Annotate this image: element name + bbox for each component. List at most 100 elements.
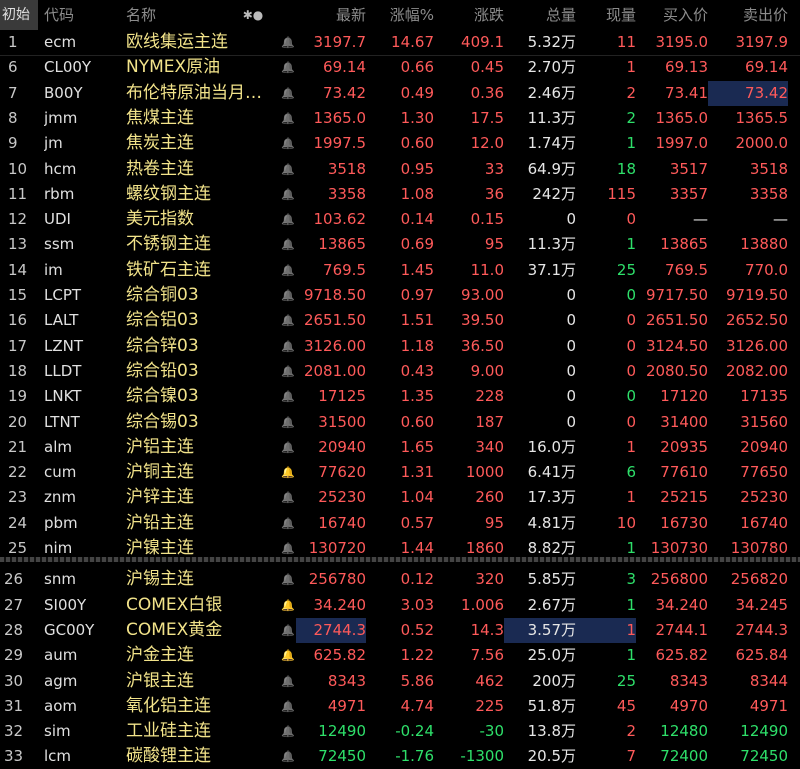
header-volume[interactable]: 总量 [504,0,576,30]
cell-code: GC00Y [44,620,95,639]
table-row[interactable]: 27 SI00Y COMEX白银 🔔 34.240 3.03 1.006 2.67万 1 34.2… [0,593,800,618]
cell-bid: 17120 [660,387,708,406]
cell-ask: 4971 [749,696,788,715]
table-row[interactable]: 15 LCPT 综合铜03 🔔 9718.50 0.97 93.00 0 0 9717.50 971… [0,283,800,308]
bell-icon[interactable]: 🔔 [280,669,296,694]
bell-icon[interactable]: 🔔 [280,643,296,668]
bell-icon[interactable]: 🔔 [280,131,296,156]
bell-icon[interactable]: 🔔 [280,81,296,106]
bell-icon[interactable]: 🔔 [280,207,296,232]
table-row[interactable]: 19 LNKT 综合镍03 🔔 17125 1.35 228 0 0 17120 17135 [0,384,800,409]
cell-change: 462 [475,671,504,690]
cell-last: 769.5 [323,260,366,279]
table-row[interactable]: 29 aum 沪金主连 🔔 625.82 1.22 7.56 25.0万 1 625.82 625.… [0,643,800,668]
bell-icon[interactable]: 🔔 [280,511,296,536]
cell-current-volume: 1 [626,58,636,77]
cell-bid: 72400 [660,747,708,766]
header-bid[interactable]: 买入价 [636,0,708,30]
table-row[interactable]: 11 rbm 螺纹钢主连 🔔 3358 1.08 36 242万 115 3357 3358 [0,182,800,207]
bell-icon[interactable]: 🔔 [280,460,296,485]
table-row[interactable]: 6 CL00Y NYMEX原油 🔔 69.14 0.66 0.45 2.70万 1 69.13 69… [0,55,800,80]
cell-volume: 0 [566,412,576,431]
bell-icon[interactable]: 🔔 [280,55,296,80]
split-divider[interactable] [0,557,800,562]
header-flags[interactable]: ✱● [238,0,268,30]
bell-icon[interactable]: 🔔 [280,485,296,510]
cell-bid: 3517 [669,159,708,178]
header-change[interactable]: 涨跌 [434,0,504,30]
cell-code: aom [44,696,77,715]
cell-change: 1.006 [461,595,504,614]
bell-icon[interactable]: 🔔 [280,593,296,618]
bell-icon[interactable]: 🔔 [280,30,296,55]
cell-current-volume: 11 [616,33,636,51]
cell-change: 228 [475,387,504,406]
table-row[interactable]: 24 pbm 沪铅主连 🔔 16740 0.57 95 4.81万 10 16730 16740 [0,511,800,536]
bell-icon[interactable]: 🔔 [280,694,296,719]
cell-last: 3518 [327,159,366,178]
header-code[interactable]: 代码 [44,0,124,30]
cell-bid: 2744.1 [655,620,709,639]
header-last[interactable]: 最新 [296,0,366,30]
cell-index: 12 [8,210,28,229]
table-row[interactable]: 10 hcm 热卷主连 🔔 3518 0.95 33 64.9万 18 3517 3518 [0,157,800,182]
bell-icon[interactable]: 🔔 [280,182,296,207]
table-row[interactable]: 32 sim 工业硅主连 🔔 12490 -0.24 -30 13.8万 2 12480 12490 [0,719,800,744]
cell-pct-change: 5.86 [400,671,434,690]
cell-change: 33 [484,159,504,178]
bell-icon[interactable]: 🔔 [280,618,296,643]
bell-icon[interactable]: 🔔 [280,232,296,257]
cell-last: 72450 [318,747,366,766]
table-row[interactable]: 7 B00Y 布伦特原油当月… 🔔 73.42 0.49 0.36 2.46万 2 73.41 73… [0,80,800,106]
header-ask[interactable]: 卖出价 [708,0,788,30]
header-index[interactable]: 初始 [0,0,38,30]
bell-icon[interactable]: 🔔 [280,435,296,460]
table-row[interactable]: 18 LLDT 综合铅03 🔔 2081.00 0.43 9.00 0 0 2080.50 2082… [0,359,800,384]
table-row[interactable]: 22 cum 沪铜主连 🔔 77620 1.31 1000 6.41万 6 77610 77650 [0,460,800,485]
cell-code: ssm [44,235,75,254]
table-row[interactable]: 30 agm 沪银主连 🔔 8343 5.86 462 200万 25 8343 8344 [0,669,800,694]
bell-icon[interactable]: 🔔 [280,157,296,182]
bell-icon[interactable]: 🔔 [280,384,296,409]
table-row[interactable]: 33 lcm 碳酸锂主连 🔔 72450 -1.76 -1300 20.5万 7 72400 724… [0,744,800,769]
table-row[interactable]: 23 znm 沪锌主连 🔔 25230 1.04 260 17.3万 1 25215 25230 [0,485,800,510]
cell-bid: 31400 [660,412,708,431]
cell-change: 93.00 [461,286,504,304]
table-row[interactable]: 31 aom 氧化铝主连 🔔 4971 4.74 225 51.8万 45 4970 4971 [0,694,800,719]
bell-icon[interactable]: 🔔 [280,283,296,308]
table-row[interactable]: 13 ssm 不锈钢主连 🔔 13865 0.69 95 11.3万 1 13865 13880 [0,232,800,257]
table-row[interactable]: 28 GC00Y COMEX黄金 🔔 2744.3 0.52 14.3 3.57万 1 2744.… [0,617,800,643]
table-row[interactable]: 20 LTNT 综合锡03 🔔 31500 0.60 187 0 0 31400 31560 [0,410,800,435]
cell-index: 9 [8,134,18,153]
bell-icon[interactable]: 🔔 [280,258,296,283]
cell-pct-change: 1.65 [400,437,434,456]
bell-icon[interactable]: 🔔 [280,567,296,592]
bell-icon[interactable]: 🔔 [280,744,296,769]
cell-bid: 1997.0 [655,134,709,153]
table-row[interactable]: 1 ecm 欧线集运主连 🔔 3197.7 14.67 409.1 5.32万 11 3195.0… [0,30,800,56]
cell-index: 14 [8,260,28,279]
cell-current-volume: 115 [607,184,636,203]
cell-code: LZNT [44,336,84,355]
table-row[interactable]: 16 LALT 综合铝03 🔔 2651.50 1.51 39.50 0 0 2651.50 265… [0,308,800,333]
bell-icon[interactable]: 🔔 [280,334,296,359]
table-row[interactable]: 21 alm 沪铝主连 🔔 20940 1.65 340 16.0万 1 20935 20940 [0,435,800,460]
table-row[interactable]: 9 jm 焦炭主连 🔔 1997.5 0.60 12.0 1.74万 1 1997.0 2000.0 [0,131,800,156]
table-row[interactable]: 26 snm 沪锡主连 🔔 256780 0.12 320 5.85万 3 256800 25682… [0,567,800,592]
cell-ask: 625.84 [735,646,789,665]
bell-icon[interactable]: 🔔 [280,359,296,384]
table-row[interactable]: 12 UDI 美元指数 🔔 103.62 0.14 0.15 0 0 — — [0,207,800,232]
bell-icon[interactable]: 🔔 [280,308,296,333]
table-row[interactable]: 17 LZNT 综合锌03 🔔 3126.00 1.18 36.50 0 0 3124.50 312… [0,334,800,359]
bell-icon[interactable]: 🔔 [280,410,296,435]
cell-pct-change: 1.31 [400,463,434,482]
table-row[interactable]: 8 jmm 焦煤主连 🔔 1365.0 1.30 17.5 11.3万 2 1365.0 1365.… [0,106,800,131]
header-current-volume[interactable]: 现量 [576,0,636,30]
bell-icon[interactable]: 🔔 [280,719,296,744]
bell-icon[interactable]: 🔔 [280,106,296,131]
cell-bid: 73.41 [665,83,708,102]
header-pct-change[interactable]: 涨幅% [366,0,434,30]
table-row[interactable]: 14 im 铁矿石主连 🔔 769.5 1.45 11.0 37.1万 25 769.5 770.0 [0,258,800,283]
cell-pct-change: 0.97 [400,286,434,304]
table-header: 初始 代码 名称 ✱● 最新 涨幅% 涨跌 总量 现量 买入价 卖出价 [0,0,800,30]
